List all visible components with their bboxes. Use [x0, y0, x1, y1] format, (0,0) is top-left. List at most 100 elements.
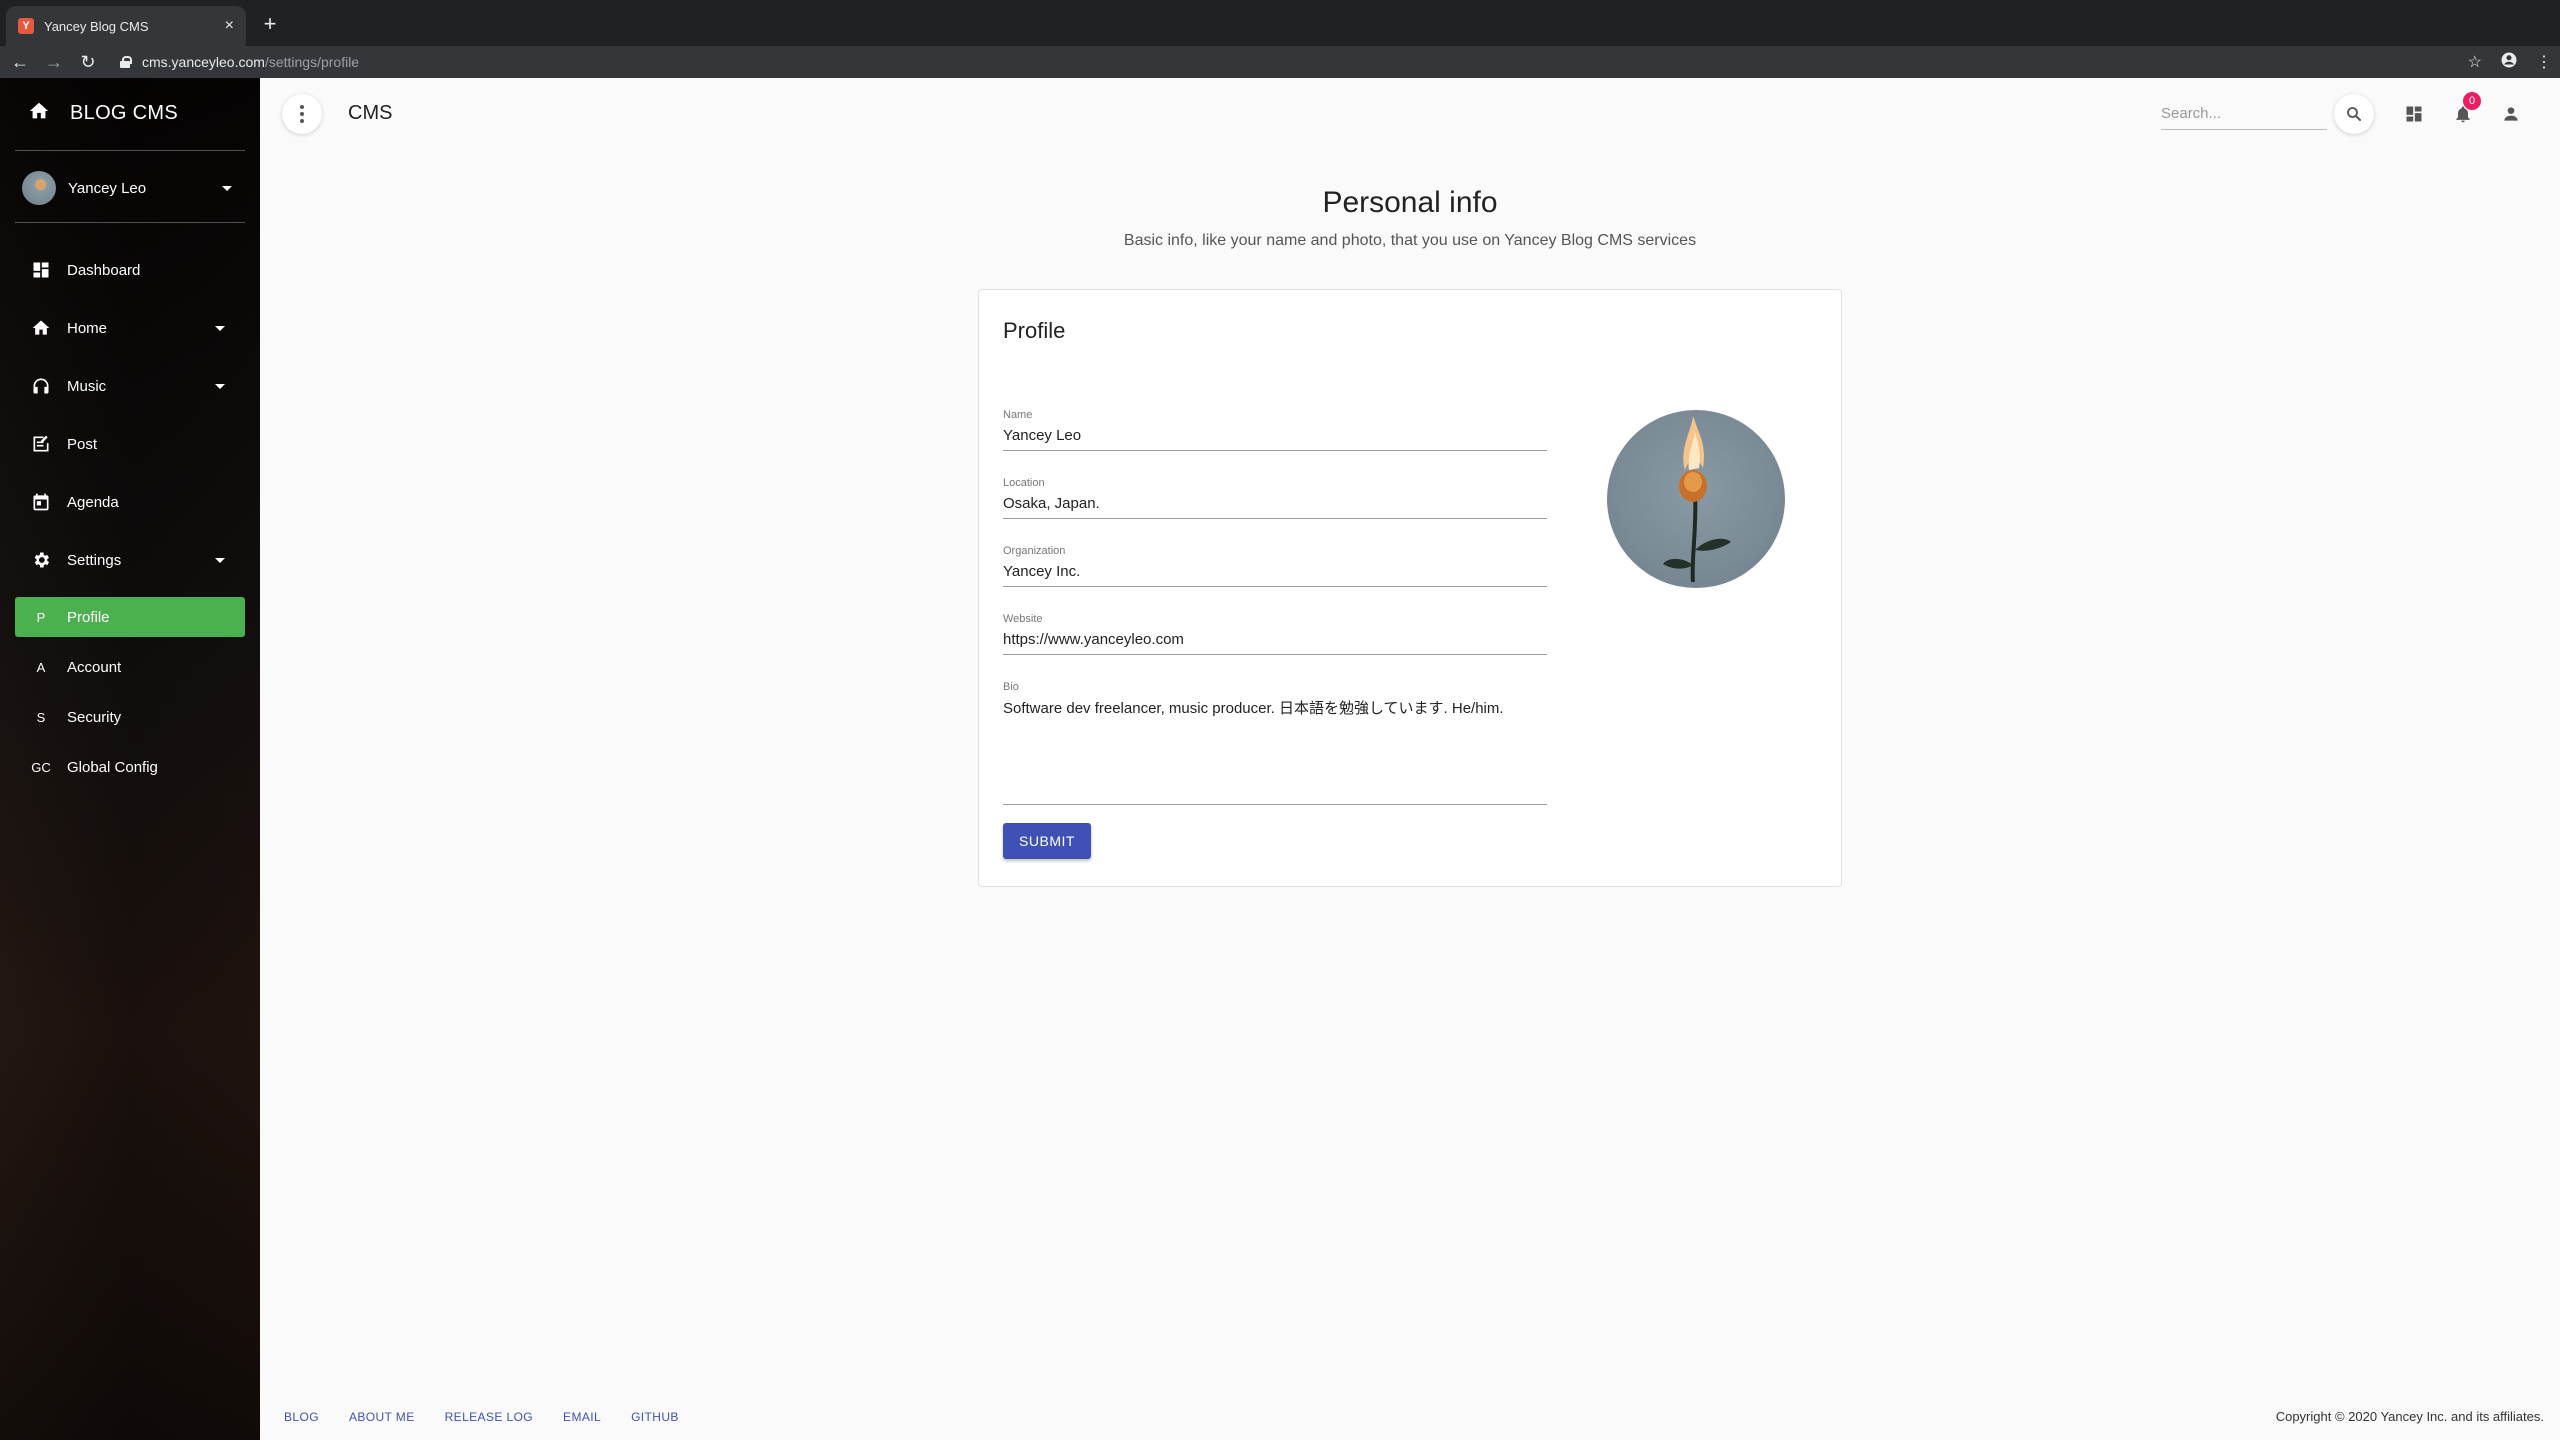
- bio-textarea[interactable]: Software dev freelancer, music producer.…: [1003, 699, 1547, 799]
- search-button[interactable]: [2334, 94, 2374, 134]
- sidebar-item-abbr: GC: [31, 759, 51, 775]
- caret-down-icon: [215, 557, 225, 563]
- home-icon: [28, 100, 50, 127]
- dashboard-icon: [29, 258, 53, 282]
- footer-link-blog[interactable]: BLOG: [284, 1410, 319, 1424]
- tab-strip: Y Yancey Blog CMS × +: [0, 0, 2560, 46]
- sidebar-brand[interactable]: BLOG CMS: [28, 100, 178, 127]
- caret-down-icon: [215, 383, 225, 389]
- profile-avatar[interactable]: [1607, 410, 1785, 588]
- footer-links: BLOG ABOUT ME RELEASE LOG EMAIL GITHUB: [284, 1410, 679, 1424]
- search-input[interactable]: [2161, 98, 2327, 130]
- user-menu[interactable]: Yancey Leo: [22, 170, 232, 206]
- calendar-icon: [29, 490, 53, 514]
- dot-icon: [300, 105, 304, 109]
- sidebar-item-home[interactable]: Home: [15, 308, 245, 348]
- caret-down-icon: [222, 185, 232, 191]
- profile-card: Profile Name Location Organization Websi…: [978, 289, 1842, 887]
- page-title: CMS: [348, 102, 393, 124]
- website-input[interactable]: [1003, 631, 1547, 654]
- footer-link-release-log[interactable]: RELEASE LOG: [445, 1410, 533, 1424]
- star-icon[interactable]: ☆: [2468, 52, 2482, 72]
- sidebar-item-label: Settings: [67, 551, 122, 569]
- section-title: Personal info: [1322, 186, 1498, 219]
- footer-link-email[interactable]: EMAIL: [563, 1410, 601, 1424]
- sidebar: BLOG CMS Yancey Leo Dashboard Home Music…: [0, 78, 260, 1440]
- reload-icon[interactable]: ↻: [74, 48, 102, 76]
- sidebar-item-label: Home: [67, 319, 108, 337]
- notifications-button[interactable]: 0: [2449, 92, 2481, 128]
- person-icon[interactable]: [2497, 100, 2525, 128]
- url-host: cms.yanceyleo.com: [142, 54, 265, 70]
- headphones-icon: [29, 374, 53, 398]
- dot-icon: [300, 119, 304, 123]
- field-label: Name: [1003, 409, 1033, 421]
- location-input[interactable]: [1003, 495, 1547, 518]
- bio-field: Bio Software dev freelancer, music produ…: [1003, 681, 1547, 805]
- post-icon: [29, 432, 53, 456]
- sidebar-item-label: Dashboard: [67, 261, 141, 279]
- sidebar-item-abbr: A: [36, 659, 46, 675]
- rose-photo-icon: [1663, 416, 1731, 583]
- copyright: Copyright © 2020 Yancey Inc. and its aff…: [2275, 1409, 2544, 1424]
- footer-link-about[interactable]: ABOUT ME: [349, 1410, 415, 1424]
- sidebar-item-abbr: P: [36, 609, 46, 625]
- sidebar-item-label: Post: [67, 435, 98, 453]
- sidebar-item-abbr: S: [36, 709, 46, 725]
- name-field: Name: [1003, 409, 1547, 451]
- lock-icon: [120, 56, 132, 68]
- search-icon: [2347, 107, 2361, 121]
- url-path: /settings/profile: [264, 54, 360, 70]
- sidebar-item-security[interactable]: S Security: [15, 697, 245, 737]
- address-bar[interactable]: cms.yanceyleo.com/settings/profile: [108, 48, 2458, 76]
- sidebar-item-global-config[interactable]: GC Global Config: [15, 747, 245, 787]
- field-label: Organization: [1003, 545, 1066, 557]
- sidebar-item-dashboard[interactable]: Dashboard: [15, 250, 245, 290]
- sidebar-item-profile[interactable]: P Profile: [15, 597, 245, 637]
- sidebar-item-post[interactable]: Post: [15, 424, 245, 464]
- field-label: Website: [1003, 613, 1043, 625]
- name-input[interactable]: [1003, 427, 1547, 450]
- sidebar-item-label: Account: [67, 658, 122, 676]
- favicon-icon: Y: [18, 18, 34, 34]
- forward-icon[interactable]: →: [40, 48, 68, 76]
- sidebar-item-label: Music: [67, 377, 107, 395]
- organization-input[interactable]: [1003, 563, 1547, 586]
- sidebar-item-label: Global Config: [67, 758, 158, 776]
- more-menu-button[interactable]: [282, 94, 322, 134]
- sidebar-item-label: Profile: [67, 608, 110, 626]
- dot-icon: [300, 112, 304, 116]
- gear-icon: [29, 548, 53, 572]
- sidebar-item-label: Agenda: [67, 493, 119, 511]
- app-bar: CMS 0: [260, 78, 2560, 150]
- browser-chrome: Y Yancey Blog CMS × + ← → ↻ cms.yanceyle…: [0, 0, 2560, 78]
- location-field: Location: [1003, 477, 1547, 519]
- back-icon[interactable]: ←: [6, 48, 34, 76]
- avatar: [22, 171, 56, 205]
- website-field: Website: [1003, 613, 1547, 655]
- tab-title: Yancey Blog CMS: [44, 18, 149, 34]
- sidebar-item-music[interactable]: Music: [15, 366, 245, 406]
- home-icon: [29, 316, 53, 340]
- sidebar-item-account[interactable]: A Account: [15, 647, 245, 687]
- field-label: Bio: [1003, 681, 1019, 693]
- account-circle-icon[interactable]: [2500, 51, 2518, 74]
- section-subtitle: Basic info, like your name and photo, th…: [1123, 232, 1697, 249]
- divider: [15, 222, 245, 223]
- submit-button[interactable]: SUBMIT: [1003, 823, 1091, 859]
- caret-down-icon: [215, 325, 225, 331]
- card-title: Profile: [1003, 318, 1066, 343]
- new-tab-button[interactable]: +: [258, 10, 282, 38]
- browser-actions: ☆ ⋮: [2468, 48, 2552, 76]
- browser-tab[interactable]: Y Yancey Blog CMS ×: [6, 6, 246, 46]
- organization-field: Organization: [1003, 545, 1547, 587]
- kebab-menu-icon[interactable]: ⋮: [2536, 52, 2552, 72]
- footer-link-github[interactable]: GITHUB: [631, 1410, 679, 1424]
- dashboard-icon[interactable]: [2400, 100, 2428, 128]
- user-name: Yancey Leo: [68, 179, 147, 197]
- notification-badge: 0: [2463, 92, 2481, 110]
- sidebar-item-agenda[interactable]: Agenda: [15, 482, 245, 522]
- sidebar-item-settings[interactable]: Settings: [15, 540, 245, 580]
- tab-close-icon[interactable]: ×: [225, 18, 234, 34]
- brand-title: BLOG CMS: [70, 102, 178, 124]
